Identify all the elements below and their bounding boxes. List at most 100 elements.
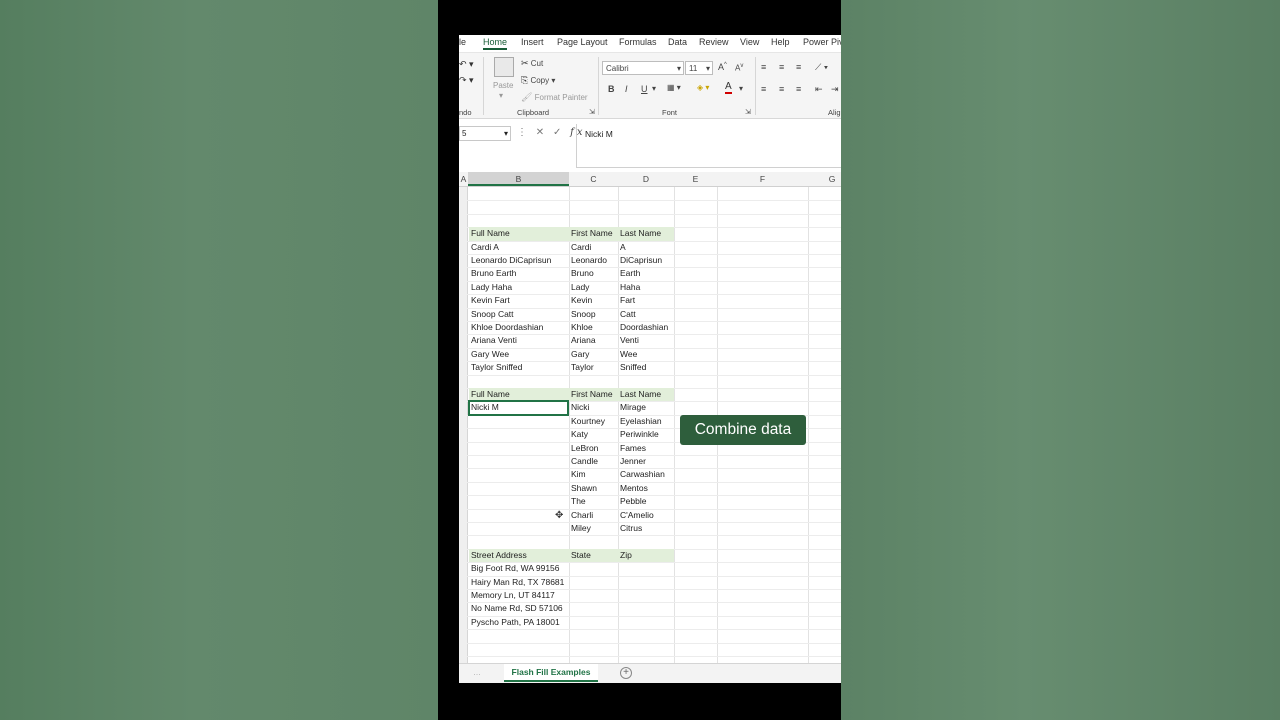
add-sheet-icon[interactable]: + — [620, 667, 632, 679]
paste-icon[interactable] — [494, 57, 514, 77]
tab-power-pivot[interactable]: Power Pivo — [803, 37, 841, 47]
table3-cell[interactable] — [618, 616, 674, 629]
table3-cell[interactable]: Memory Ln, UT 84117 — [469, 589, 569, 602]
font-name-select[interactable]: Calibri ▾ — [602, 61, 684, 75]
increase-font-size-icon[interactable]: A^ — [718, 62, 727, 72]
bottom-align-icon[interactable]: ≡ — [796, 62, 801, 72]
table1-cell[interactable]: Khloe — [569, 321, 618, 334]
column-header-a[interactable]: A — [459, 174, 468, 184]
table1-cell[interactable]: Gary Wee — [469, 348, 569, 361]
paste-dropdown-icon[interactable]: ▾ — [499, 91, 503, 100]
paste-button[interactable]: Paste — [493, 81, 513, 90]
table1-header-cell[interactable]: Last Name — [618, 227, 674, 241]
middle-align-icon[interactable]: ≡ — [779, 62, 784, 72]
fill-color-icon[interactable]: ◈ ▾ — [697, 83, 709, 92]
increase-indent-icon[interactable]: ⇥ — [831, 84, 839, 95]
table1-cell[interactable]: Taylor — [569, 361, 618, 374]
table1-cell[interactable]: Gary — [569, 348, 618, 361]
bold-button[interactable]: B — [608, 84, 615, 94]
table1-cell[interactable]: Bruno — [569, 267, 618, 280]
enter-icon[interactable]: ✓ — [553, 127, 564, 138]
table2-cell[interactable]: Mentos — [618, 482, 674, 495]
table1-cell[interactable]: Kevin — [569, 294, 618, 307]
top-align-icon[interactable]: ≡ — [761, 62, 766, 72]
table1-cell[interactable]: Lady Haha — [469, 281, 569, 294]
font-color-dropdown-icon[interactable]: ▾ — [739, 84, 743, 93]
table1-cell[interactable]: Venti — [618, 334, 674, 347]
table3-cell[interactable] — [569, 616, 618, 629]
column-header-f[interactable]: F — [717, 174, 808, 184]
table2-cell[interactable] — [469, 415, 569, 428]
column-header-b[interactable]: B — [468, 172, 569, 186]
column-header-g[interactable]: G — [808, 174, 841, 184]
active-cell-border[interactable] — [468, 400, 569, 416]
table1-cell[interactable]: Fart — [618, 294, 674, 307]
table1-cell[interactable]: Earth — [618, 267, 674, 280]
cancel-icon[interactable]: ✕ — [536, 127, 547, 138]
table1-cell[interactable]: Haha — [618, 281, 674, 294]
table3-header-cell[interactable]: Zip — [618, 548, 674, 563]
tab-help[interactable]: Help — [771, 37, 790, 47]
table2-cell[interactable]: Nicki — [569, 401, 618, 414]
table2-cell[interactable]: Periwinkle — [618, 428, 674, 441]
borders-icon[interactable]: ▦ ▾ — [667, 83, 681, 92]
table1-header-cell[interactable]: Full Name — [469, 227, 569, 241]
table3-cell[interactable]: Hairy Man Rd, TX 78681 — [469, 576, 569, 589]
table1-cell[interactable]: Khloe Doordashian — [469, 321, 569, 334]
table1-cell[interactable]: Bruno Earth — [469, 267, 569, 280]
table1-cell[interactable]: DiCaprisun — [618, 254, 674, 267]
table2-cell[interactable]: Kourtney — [569, 415, 618, 428]
column-header-d[interactable]: D — [618, 174, 674, 184]
table2-header-cell[interactable]: First Name — [569, 388, 618, 402]
table2-cell[interactable]: Jenner — [618, 455, 674, 468]
table3-cell[interactable] — [618, 589, 674, 602]
table2-cell[interactable] — [469, 509, 569, 522]
table1-cell[interactable]: Sniffed — [618, 361, 674, 374]
table2-cell[interactable]: Citrus — [618, 522, 674, 535]
font-size-select[interactable]: 11 ▾ — [685, 61, 713, 75]
table2-cell[interactable] — [469, 495, 569, 508]
redo-icon[interactable]: ↷ ▾ — [459, 75, 474, 86]
table1-cell[interactable]: Taylor Sniffed — [469, 361, 569, 374]
table1-cell[interactable]: Snoop Catt — [469, 308, 569, 321]
tab-file[interactable]: le — [459, 37, 466, 47]
table3-cell[interactable] — [618, 602, 674, 615]
tab-review[interactable]: Review — [699, 37, 729, 47]
align-right-icon[interactable]: ≡ — [796, 84, 801, 94]
table2-cell[interactable]: Charli — [569, 509, 618, 522]
table1-cell[interactable]: A — [618, 241, 674, 254]
align-center-icon[interactable]: ≡ — [779, 84, 784, 94]
table2-cell[interactable] — [469, 482, 569, 495]
table2-cell[interactable]: Katy — [569, 428, 618, 441]
underline-button[interactable]: U — [641, 84, 648, 94]
table2-cell[interactable]: Carwashian — [618, 468, 674, 481]
table3-cell[interactable] — [569, 602, 618, 615]
table1-cell[interactable]: Wee — [618, 348, 674, 361]
table1-cell[interactable]: Lady — [569, 281, 618, 294]
orientation-icon[interactable]: ⟋ ▾ — [815, 62, 828, 73]
tab-insert[interactable]: Insert — [521, 37, 544, 47]
table3-cell[interactable] — [618, 576, 674, 589]
table2-cell[interactable]: LeBron — [569, 442, 618, 455]
table3-cell[interactable] — [569, 562, 618, 575]
table1-cell[interactable]: Leonardo DiCaprisun — [469, 254, 569, 267]
table2-cell[interactable]: Mirage — [618, 401, 674, 414]
table3-cell[interactable]: Pyscho Path, PA 18001 — [469, 616, 569, 629]
more-sheets-icon[interactable]: … — [473, 668, 481, 677]
table2-cell[interactable] — [469, 455, 569, 468]
sheet-tab-flash-fill-examples[interactable]: Flash Fill Examples — [504, 664, 598, 682]
tab-home[interactable]: Home — [483, 37, 508, 50]
column-header-e[interactable]: E — [674, 174, 717, 184]
table3-header-cell[interactable]: Street Address — [469, 548, 569, 563]
cut-button[interactable]: ✂ Cut — [521, 58, 543, 69]
tab-formulas[interactable]: Formulas — [619, 37, 657, 47]
tab-data[interactable]: Data — [668, 37, 687, 47]
table1-cell[interactable]: Doordashian — [618, 321, 674, 334]
table1-cell[interactable]: Snoop — [569, 308, 618, 321]
column-header-c[interactable]: C — [569, 174, 618, 184]
table2-cell[interactable] — [469, 468, 569, 481]
table2-cell[interactable]: The — [569, 495, 618, 508]
table1-cell[interactable]: Cardi A — [469, 241, 569, 254]
table3-header-cell[interactable]: State — [569, 548, 618, 563]
table1-cell[interactable]: Catt — [618, 308, 674, 321]
